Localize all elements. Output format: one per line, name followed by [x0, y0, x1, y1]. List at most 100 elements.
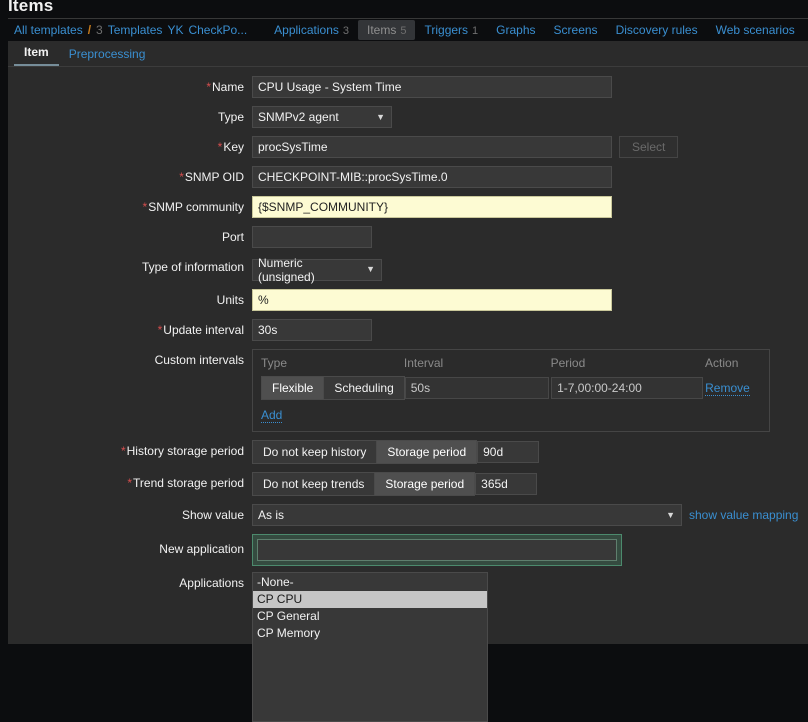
trend-storage-period-option[interactable]: Storage period	[375, 473, 474, 495]
show-value-mapping-link[interactable]: show value mapping	[689, 508, 798, 522]
entity-nav-tabs: Applications 3 Items 5 Triggers 1 Graphs…	[265, 20, 804, 40]
interval-type-segmented: Flexible Scheduling	[261, 376, 405, 400]
custom-interval-input[interactable]	[405, 377, 549, 399]
key-select-button[interactable]: Select	[619, 136, 678, 158]
form-row-snmp-community: *SNMP community	[8, 196, 808, 218]
label-snmp-oid: *SNMP OID	[8, 166, 252, 188]
label-snmp-community-text: SNMP community	[148, 200, 244, 214]
nav-tab-triggers-label: Triggers	[424, 23, 468, 37]
nav-tab-items-count: 5	[400, 25, 406, 37]
label-snmp-community: *SNMP community	[8, 196, 252, 218]
custom-intervals-add-wrap: Add	[261, 408, 761, 423]
nav-tab-items[interactable]: Items 5	[358, 20, 415, 40]
label-type-of-information: Type of information	[8, 256, 252, 278]
label-port: Port	[8, 226, 252, 248]
custom-intervals-action-cell: Remove	[705, 381, 761, 396]
nav-tab-applications[interactable]: Applications 3	[265, 20, 358, 40]
units-input[interactable]	[252, 289, 612, 311]
nav-tab-applications-count: 3	[343, 25, 349, 37]
show-value-select-wrap: As is ▼	[252, 504, 682, 526]
nav-tab-graphs[interactable]: Graphs	[487, 20, 544, 40]
label-custom-intervals: Custom intervals	[8, 349, 252, 371]
history-storage-segmented: Do not keep history Storage period	[252, 440, 477, 464]
custom-intervals-type-toggle: Flexible Scheduling	[261, 376, 405, 400]
label-history-storage-period-text: History storage period	[127, 444, 244, 458]
application-option-cp-general[interactable]: CP General	[253, 608, 487, 625]
snmp-community-input[interactable]	[252, 196, 612, 218]
item-form-panel: Item Preprocessing *Name Type SNMPv2 age…	[8, 41, 808, 644]
name-input[interactable]	[252, 76, 612, 98]
interval-type-flexible[interactable]: Flexible	[262, 377, 324, 399]
breadcrumb-template[interactable]: CheckPo...	[188, 23, 247, 37]
page-title: Items	[8, 0, 53, 16]
label-show-value: Show value	[8, 504, 252, 526]
breadcrumb-group[interactable]: YK	[167, 23, 183, 37]
key-input[interactable]	[252, 136, 612, 158]
history-storage-period-input[interactable]	[477, 441, 539, 463]
type-of-information-select[interactable]: Numeric (unsigned)	[252, 259, 382, 281]
form-row-type: Type SNMPv2 agent ▼	[8, 106, 808, 128]
history-do-not-keep-option[interactable]: Do not keep history	[253, 441, 377, 463]
tab-item[interactable]: Item	[14, 42, 59, 66]
application-option-cp-cpu[interactable]: CP CPU	[253, 591, 487, 608]
history-storage-period-option[interactable]: Storage period	[377, 441, 476, 463]
required-marker: *	[121, 444, 126, 458]
label-update-interval: *Update interval	[8, 319, 252, 341]
nav-tab-discovery-rules-label: Discovery rules	[616, 23, 698, 37]
trend-do-not-keep-option[interactable]: Do not keep trends	[253, 473, 375, 495]
form-row-custom-intervals: Custom intervals Type Interval Period Ac…	[8, 349, 808, 432]
application-option-cp-memory[interactable]: CP Memory	[253, 625, 487, 642]
show-value-select[interactable]: As is	[252, 504, 682, 526]
custom-intervals-row: Flexible Scheduling Remove	[261, 376, 761, 400]
form-row-name: *Name	[8, 76, 808, 98]
interval-type-scheduling[interactable]: Scheduling	[324, 377, 403, 399]
form-row-type-of-information: Type of information Numeric (unsigned) ▼	[8, 256, 808, 281]
form-row-units: Units	[8, 289, 808, 311]
new-application-input[interactable]	[257, 539, 617, 561]
label-key-text: Key	[223, 140, 244, 154]
label-name-text: Name	[212, 80, 244, 94]
required-marker: *	[179, 170, 184, 184]
nav-tab-web-scenarios[interactable]: Web scenarios	[707, 20, 804, 40]
port-input[interactable]	[252, 226, 372, 248]
breadcrumb: All templates / 3 Templates YK CheckPo..…	[8, 23, 247, 37]
label-snmp-oid-text: SNMP OID	[185, 170, 244, 184]
form-row-show-value: Show value As is ▼ show value mapping	[8, 504, 808, 526]
label-update-interval-text: Update interval	[163, 323, 244, 337]
update-interval-input[interactable]	[252, 319, 372, 341]
custom-intervals-header-period: Period	[551, 356, 705, 370]
nav-tab-triggers[interactable]: Triggers 1	[415, 20, 487, 40]
remove-interval-link[interactable]: Remove	[705, 381, 750, 396]
label-trend-storage-period: *Trend storage period	[8, 472, 252, 494]
breadcrumb-templates[interactable]: Templates	[108, 23, 163, 37]
form-row-trend-storage-period: *Trend storage period Do not keep trends…	[8, 472, 808, 496]
breadcrumb-count: 3	[96, 23, 103, 37]
custom-intervals-header-type: Type	[261, 356, 404, 370]
snmp-oid-input[interactable]	[252, 166, 612, 188]
tab-preprocessing[interactable]: Preprocessing	[59, 44, 156, 66]
custom-intervals-box: Type Interval Period Action Flexible Sch…	[252, 349, 770, 432]
form-row-new-application: New application	[8, 534, 808, 566]
trend-storage-period-input[interactable]	[475, 473, 537, 495]
custom-intervals-period-cell	[551, 377, 705, 399]
required-marker: *	[127, 476, 132, 490]
form-row-update-interval: *Update interval	[8, 319, 808, 341]
label-type: Type	[8, 106, 252, 128]
new-application-focus-ring	[252, 534, 622, 566]
form-row-port: Port	[8, 226, 808, 248]
applications-listbox[interactable]: -None- CP CPU CP General CP Memory	[252, 572, 488, 722]
nav-tab-web-scenarios-label: Web scenarios	[716, 23, 795, 37]
nav-tab-triggers-count: 1	[472, 25, 478, 37]
navigation-bar: All templates / 3 Templates YK CheckPo..…	[8, 18, 808, 41]
add-interval-link[interactable]: Add	[261, 408, 282, 423]
form-row-snmp-oid: *SNMP OID	[8, 166, 808, 188]
nav-tab-screens[interactable]: Screens	[545, 20, 607, 40]
form-row-applications: Applications -None- CP CPU CP General CP…	[8, 572, 808, 722]
custom-period-input[interactable]	[551, 377, 703, 399]
label-key: *Key	[8, 136, 252, 158]
item-form: *Name Type SNMPv2 agent ▼ *Key Sel	[8, 67, 808, 722]
application-option-none[interactable]: -None-	[253, 574, 487, 591]
type-select[interactable]: SNMPv2 agent	[252, 106, 392, 128]
breadcrumb-all-templates[interactable]: All templates	[14, 23, 83, 37]
nav-tab-discovery-rules[interactable]: Discovery rules	[607, 20, 707, 40]
